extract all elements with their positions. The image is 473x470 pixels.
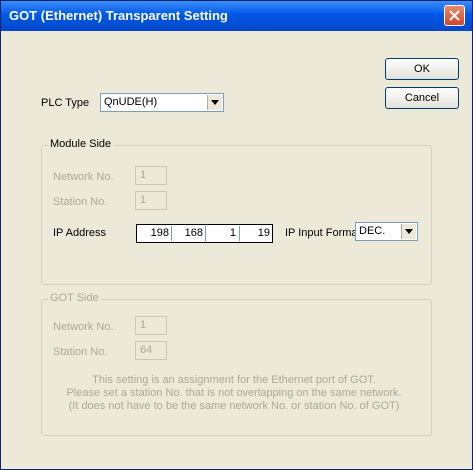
got-side-legend: GOT Side: [48, 292, 101, 304]
ip-octet-3[interactable]: 1: [204, 226, 236, 241]
ip-input-format-label: IP Input Format: [285, 227, 361, 239]
plc-type-select[interactable]: QnUDE(H): [100, 93, 224, 112]
ip-input-format-value: DEC.: [359, 225, 386, 237]
module-station-no-field: 1: [135, 191, 167, 210]
module-network-no-field: 1: [135, 166, 167, 185]
ip-input-format-select[interactable]: DEC.: [355, 222, 418, 241]
ip-address-label: IP Address: [53, 227, 106, 239]
chevron-down-icon: [211, 100, 219, 105]
module-network-no-label: Network No.: [53, 171, 114, 183]
got-network-no-label: Network No.: [53, 321, 114, 333]
ip-octet-2[interactable]: 168: [171, 226, 203, 241]
got-station-no-label: Station No.: [53, 346, 108, 358]
close-button[interactable]: [444, 5, 465, 26]
got-station-no-field: 64: [135, 341, 167, 360]
module-station-no-label: Station No.: [53, 196, 108, 208]
window-title: GOT (Ethernet) Transparent Setting: [9, 8, 228, 23]
plc-type-dropdown-button[interactable]: [207, 95, 222, 110]
close-icon: [449, 10, 460, 21]
module-side-legend: Module Side: [48, 138, 114, 150]
ip-input-format-dropdown-button[interactable]: [401, 224, 416, 239]
dialog-window: GOT (Ethernet) Transparent Setting OK Ca…: [0, 0, 473, 470]
ip-octet-4[interactable]: 19: [238, 226, 270, 241]
dialog-client-area: OK Cancel PLC Type QnUDE(H) Module Side …: [4, 31, 469, 466]
ok-button[interactable]: OK: [385, 58, 459, 80]
ip-address-input[interactable]: 198 168 1 19: [136, 224, 273, 243]
plc-type-label: PLC Type: [41, 97, 90, 109]
got-side-note: This setting is an assignment for the Et…: [39, 374, 429, 413]
note-line: (It does not have to be the same network…: [68, 400, 400, 412]
note-line: Please set a station No. that is not ove…: [66, 387, 402, 399]
title-bar[interactable]: GOT (Ethernet) Transparent Setting: [1, 1, 472, 31]
module-side-group: Module Side: [41, 138, 432, 285]
got-network-no-field: 1: [135, 316, 167, 335]
chevron-down-icon: [405, 229, 413, 234]
plc-type-value: QnUDE(H): [104, 96, 158, 108]
cancel-button[interactable]: Cancel: [385, 87, 459, 109]
note-line: This setting is an assignment for the Et…: [92, 374, 376, 386]
got-side-group: GOT Side: [41, 292, 432, 436]
ip-octet-1[interactable]: 198: [137, 226, 169, 241]
